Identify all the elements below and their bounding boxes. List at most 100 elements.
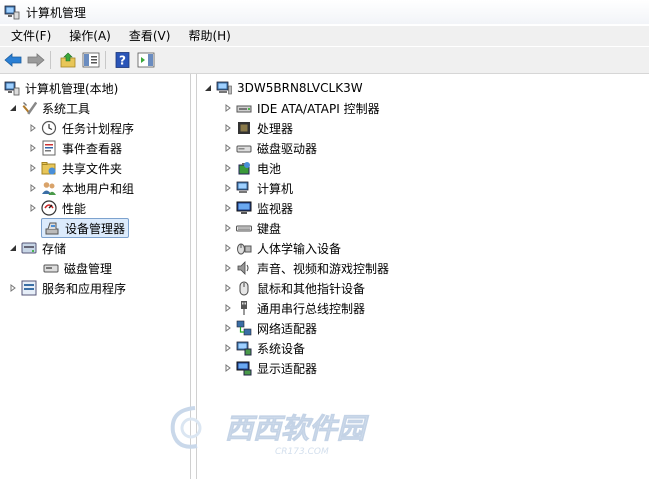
tree-item-services-applications[interactable]: 服务和应用程序 xyxy=(8,278,126,298)
expand-arrow-icon[interactable] xyxy=(223,323,233,333)
expand-arrow-icon[interactable] xyxy=(8,283,18,293)
device-category-monitors[interactable]: 监视器 xyxy=(223,198,293,218)
device-category-ide-ata-atapi[interactable]: IDE ATA/ATAPI 控制器 xyxy=(223,98,380,118)
back-arrow-icon xyxy=(4,53,22,67)
tree-item-label: 系统工具 xyxy=(42,101,91,116)
expand-arrow-icon[interactable] xyxy=(223,243,233,253)
collapse-arrow-icon[interactable] xyxy=(8,243,18,253)
device-category-computer[interactable]: 计算机 xyxy=(223,178,293,198)
device-category-mice-pointing[interactable]: 鼠标和其他指针设备 xyxy=(223,278,365,298)
tree-item-device-manager[interactable]: 设备管理器 xyxy=(41,218,130,238)
shared-folder-icon xyxy=(41,162,56,175)
disk-management-icon xyxy=(43,264,59,273)
tree-item-task-scheduler[interactable]: 任务计划程序 xyxy=(28,118,134,138)
device-category-label: 磁盘驱动器 xyxy=(257,141,318,156)
disk-drive-icon xyxy=(236,145,252,153)
monitor-icon xyxy=(236,201,252,214)
device-category-batteries[interactable]: 电池 xyxy=(223,158,281,178)
tree-item-label: 磁盘管理 xyxy=(64,261,113,276)
device-category-disk-drives[interactable]: 磁盘驱动器 xyxy=(223,138,317,158)
device-category-network-adapters[interactable]: 网络适配器 xyxy=(223,318,317,338)
tools-icon xyxy=(22,101,37,115)
computer-management-icon xyxy=(4,81,20,96)
device-category-usb-controllers[interactable]: 通用串行总线控制器 xyxy=(223,298,365,318)
ide-controller-icon xyxy=(236,105,252,113)
expand-arrow-icon[interactable] xyxy=(28,143,38,153)
menu-view[interactable]: 查看(V) xyxy=(122,26,178,46)
toolbar-separator xyxy=(50,51,51,69)
action-pane-icon xyxy=(137,52,155,68)
tree-item-shared-folders[interactable]: 共享文件夹 xyxy=(28,158,122,178)
users-icon xyxy=(42,182,56,195)
tree-item-disk-management[interactable]: 磁盘管理 xyxy=(41,258,112,278)
tree-item-storage[interactable]: 存储 xyxy=(8,238,66,258)
device-category-label: 声音、视频和游戏控制器 xyxy=(257,261,390,276)
expand-arrow-icon[interactable] xyxy=(223,143,233,153)
device-tree-root[interactable]: 3DW5BRN8LVCLK3W xyxy=(203,78,363,98)
expand-arrow-icon[interactable] xyxy=(223,103,233,113)
collapse-arrow-icon[interactable] xyxy=(8,103,18,113)
expand-arrow-icon[interactable] xyxy=(223,283,233,293)
services-icon xyxy=(21,280,37,296)
tree-item-label: 任务计划程序 xyxy=(62,121,135,136)
console-tree-icon xyxy=(82,52,100,68)
show-hide-console-tree-button[interactable] xyxy=(81,50,101,70)
expand-arrow-icon[interactable] xyxy=(28,203,38,213)
device-category-human-interface-devices[interactable]: 人体学输入设备 xyxy=(223,238,341,258)
device-category-keyboards[interactable]: 键盘 xyxy=(223,218,281,238)
menu-action[interactable]: 操作(A) xyxy=(62,26,118,46)
menu-help[interactable]: 帮助(H) xyxy=(181,26,237,46)
speaker-icon xyxy=(237,261,249,275)
help-icon: ? xyxy=(115,52,130,68)
tree-item-local-users-groups[interactable]: 本地用户和组 xyxy=(28,178,134,198)
device-category-label: IDE ATA/ATAPI 控制器 xyxy=(257,101,380,116)
device-category-label: 系统设备 xyxy=(257,341,306,356)
expand-arrow-icon[interactable] xyxy=(28,183,38,193)
back-button[interactable] xyxy=(3,50,23,70)
mouse-icon xyxy=(239,281,249,296)
expand-arrow-icon[interactable] xyxy=(223,343,233,353)
window-title: 计算机管理 xyxy=(26,5,87,20)
tree-item-label: 存储 xyxy=(42,241,67,256)
expand-arrow-icon[interactable] xyxy=(28,163,38,173)
forward-button[interactable] xyxy=(26,50,46,70)
expand-arrow-icon[interactable] xyxy=(223,163,233,173)
processor-icon xyxy=(238,122,250,134)
tree-item-computer-management-local[interactable]: 计算机管理(本地) xyxy=(4,78,118,98)
tree-item-label: 服务和应用程序 xyxy=(42,281,127,296)
expand-arrow-icon[interactable] xyxy=(223,363,233,373)
device-category-label: 键盘 xyxy=(257,221,282,236)
expand-arrow-icon[interactable] xyxy=(223,203,233,213)
up-one-level-button[interactable] xyxy=(58,50,78,70)
tree-item-label: 共享文件夹 xyxy=(62,161,123,176)
device-tree: 3DW5BRN8LVCLK3W IDE ATA/ATAPI 控制器 处理器 磁盘… xyxy=(196,74,649,479)
expand-arrow-icon[interactable] xyxy=(28,123,38,133)
tree-item-system-tools[interactable]: 系统工具 xyxy=(8,98,90,118)
tree-item-performance[interactable]: 性能 xyxy=(28,198,86,218)
expand-arrow-icon[interactable] xyxy=(223,263,233,273)
expand-arrow-icon[interactable] xyxy=(223,303,233,313)
device-category-system-devices[interactable]: 系统设备 xyxy=(223,338,305,358)
help-button[interactable]: ? xyxy=(113,50,133,70)
device-category-processors[interactable]: 处理器 xyxy=(223,118,293,138)
event-viewer-icon xyxy=(42,140,56,156)
folder-up-icon xyxy=(60,52,76,68)
usb-icon xyxy=(241,301,247,315)
expand-arrow-icon[interactable] xyxy=(223,183,233,193)
device-category-label: 鼠标和其他指针设备 xyxy=(257,281,366,296)
menu-file[interactable]: 文件(F) xyxy=(4,26,58,46)
toolbar: ? xyxy=(0,47,649,74)
show-hide-action-pane-button[interactable] xyxy=(136,50,156,70)
tree-item-event-viewer[interactable]: 事件查看器 xyxy=(28,138,122,158)
device-category-label: 电池 xyxy=(257,161,282,176)
storage-icon xyxy=(21,242,37,254)
collapse-arrow-icon[interactable] xyxy=(203,83,213,93)
expand-arrow-icon[interactable] xyxy=(223,223,233,233)
display-adapter-icon xyxy=(236,361,252,376)
device-category-sound-video-game[interactable]: 声音、视频和游戏控制器 xyxy=(223,258,389,278)
device-category-label: 人体学输入设备 xyxy=(257,241,342,256)
device-category-label: 通用串行总线控制器 xyxy=(257,301,366,316)
expand-arrow-icon[interactable] xyxy=(223,123,233,133)
device-category-display-adapters[interactable]: 显示适配器 xyxy=(223,358,317,378)
tree-item-label: 计算机管理(本地) xyxy=(25,81,119,96)
